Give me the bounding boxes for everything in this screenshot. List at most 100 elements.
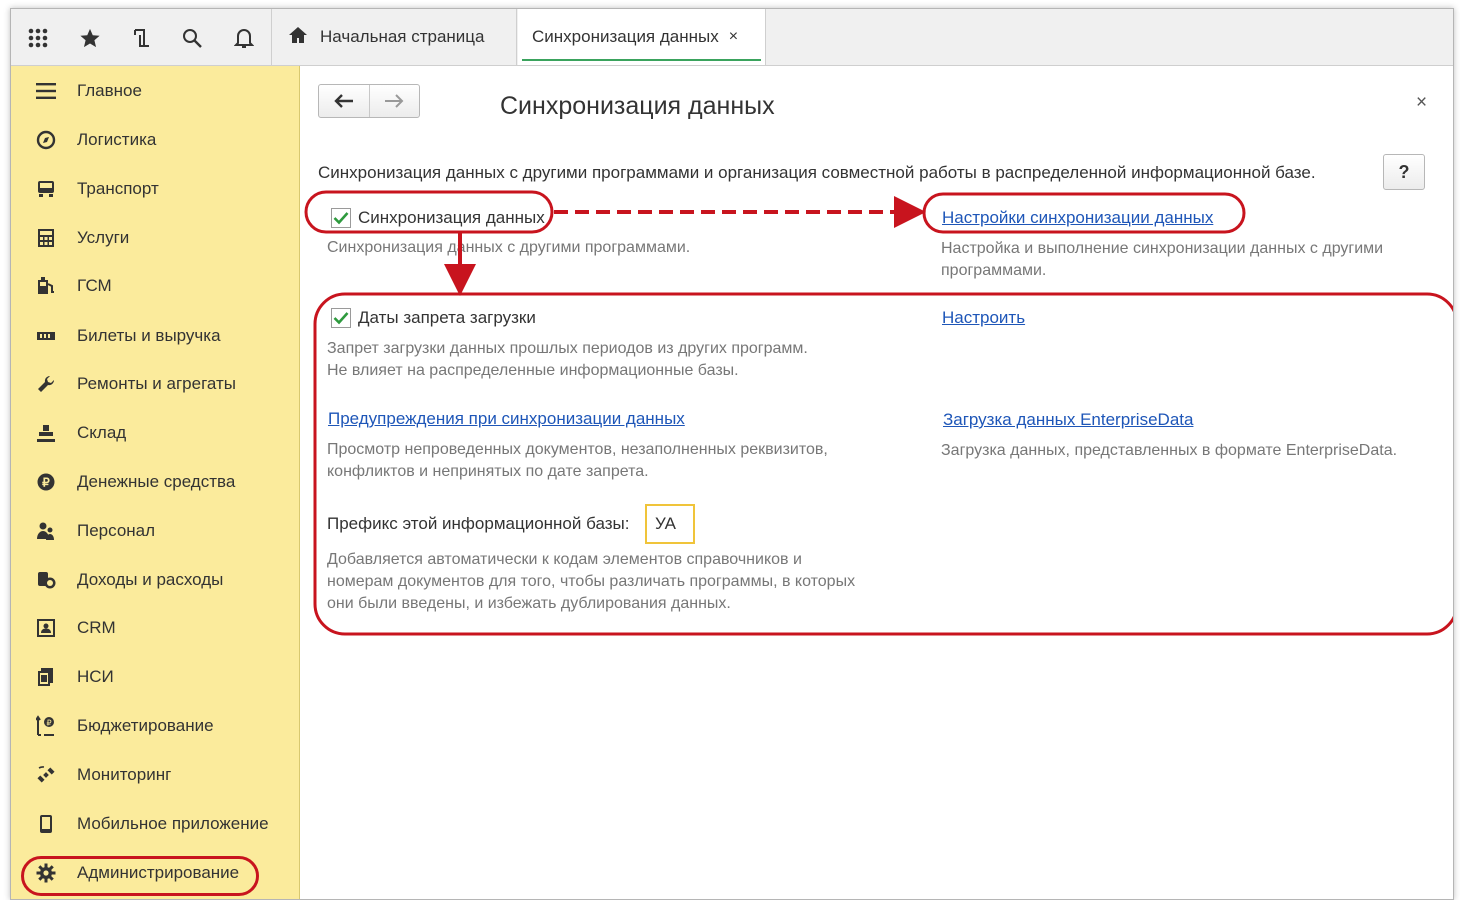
sync-settings-hint-2: программами.: [941, 262, 1047, 279]
sidebar-item-reference[interactable]: НСИ: [11, 657, 299, 697]
tab-sync[interactable]: Синхронизация данных ×: [518, 9, 766, 65]
sidebar-item-repairs[interactable]: Ремонты и агрегаты: [11, 364, 299, 404]
sidebar-item-tickets[interactable]: Билеты и выручка: [11, 316, 299, 356]
menu-icon: [35, 80, 57, 102]
checkmark-icon: [333, 212, 349, 225]
sidebar-item-logistics[interactable]: Логистика: [11, 120, 299, 160]
bell-icon[interactable]: [231, 25, 257, 51]
history-icon[interactable]: [129, 25, 155, 51]
active-tab-indicator: [522, 59, 761, 61]
sidebar-item-crm[interactable]: CRM: [11, 608, 299, 648]
configure-link[interactable]: Настроить: [942, 308, 1025, 328]
coins-icon: [35, 569, 57, 591]
search-icon[interactable]: [179, 25, 205, 51]
fuel-icon: [35, 275, 57, 297]
prefix-field[interactable]: УА: [645, 504, 695, 544]
people-icon: [35, 520, 57, 542]
app-window: Начальная страница Синхронизация данных …: [10, 8, 1454, 900]
top-bar: Начальная страница Синхронизация данных …: [11, 9, 1453, 66]
sidebar-item-income[interactable]: Доходы и расходы: [11, 560, 299, 600]
sidebar-item-main[interactable]: Главное: [11, 71, 299, 111]
sync-settings-hint-1: Настройка и выполнение синхронизации дан…: [941, 240, 1384, 257]
prefix-label: Префикс этой информационной базы:: [327, 514, 630, 533]
sync-checkbox-label[interactable]: Синхронизация данных: [358, 208, 545, 228]
sidebar-item-warehouse[interactable]: Склад: [11, 413, 299, 453]
satellite-icon: [35, 764, 57, 786]
enterprisedata-hint: Загрузка данных, представленных в формат…: [941, 442, 1398, 459]
sidebar-item-personnel[interactable]: Персонал: [11, 511, 299, 551]
sidebar-item-label: Ремонты и агрегаты: [77, 374, 237, 393]
reference-icon: [35, 666, 57, 688]
ban-dates-checkbox[interactable]: [331, 308, 351, 328]
ticket-icon: [35, 325, 57, 347]
truck-icon: [35, 178, 57, 200]
warehouse-icon: [35, 422, 57, 444]
star-icon[interactable]: [77, 25, 103, 51]
forward-button[interactable]: [368, 85, 420, 117]
svg-text:₽: ₽: [46, 719, 51, 728]
ban-dates-hint-1: Запрет загрузки данных прошлых периодов …: [327, 340, 808, 357]
sidebar-item-label: Транспорт: [77, 179, 159, 198]
sidebar: Главное Логистика Транспорт Услуги ГСМ Б…: [11, 66, 300, 899]
help-button[interactable]: ?: [1383, 154, 1425, 190]
budget-icon: ₽: [35, 715, 57, 737]
sync-warnings-link[interactable]: Предупреждения при синхронизации данных: [328, 409, 685, 429]
tab-close-icon[interactable]: ×: [729, 28, 738, 46]
sidebar-item-label: CRM: [77, 618, 116, 637]
calculator-icon: [35, 227, 57, 249]
arrow-right-icon: [385, 94, 404, 108]
phone-icon: [35, 813, 57, 835]
sync-checkbox[interactable]: [331, 208, 351, 228]
back-button[interactable]: [319, 85, 369, 117]
tab-sync-label: Синхронизация данных: [532, 27, 719, 46]
crm-icon: [35, 617, 57, 639]
main-content: Синхронизация данных × Синхронизация дан…: [300, 66, 1453, 899]
warnings-hint-1: Просмотр непроведенных документов, незап…: [327, 441, 828, 458]
svg-text:₽: ₽: [42, 476, 50, 490]
annotation-oval-administration: [21, 856, 259, 896]
money-icon: ₽: [35, 471, 57, 493]
prefix-hint-3: они были введены, и избежать дублировани…: [327, 595, 731, 612]
sidebar-item-monitoring[interactable]: Мониторинг: [11, 755, 299, 795]
sidebar-item-label: Мобильное приложение: [77, 814, 269, 833]
prefix-value: УА: [655, 514, 677, 533]
sidebar-item-mobile[interactable]: Мобильное приложение: [11, 804, 299, 844]
warnings-hint-2: конфликтов и непринятых по дате запрета.: [327, 463, 649, 480]
sidebar-item-money[interactable]: ₽ Денежные средства: [11, 462, 299, 502]
sidebar-item-label: Услуги: [77, 228, 130, 247]
page-description: Синхронизация данных с другими программа…: [318, 163, 1316, 182]
prefix-hint-2: номерам документов для того, чтобы разли…: [327, 573, 856, 590]
sidebar-item-transport[interactable]: Транспорт: [11, 169, 299, 209]
wrench-icon: [35, 373, 57, 395]
sidebar-item-label: Денежные средства: [77, 472, 236, 491]
compass-icon: [35, 129, 57, 151]
toolbar-icons: [11, 9, 272, 65]
sidebar-item-label: НСИ: [77, 667, 114, 686]
sync-hint: Синхронизация данных с другими программа…: [327, 239, 691, 256]
apps-grid-icon[interactable]: [25, 25, 51, 51]
tab-home-label: Начальная страница: [320, 27, 485, 46]
tab-home[interactable]: Начальная страница: [272, 9, 517, 65]
prefix-hint-1: Добавляется автоматически к кодам элемен…: [327, 551, 802, 568]
home-icon: [288, 26, 308, 49]
ban-dates-label[interactable]: Даты запрета загрузки: [358, 308, 536, 328]
close-icon[interactable]: ×: [1416, 92, 1427, 114]
sidebar-item-label: Персонал: [77, 521, 156, 540]
arrow-left-icon: [334, 94, 353, 108]
sidebar-item-label: Билеты и выручка: [77, 326, 221, 345]
sidebar-item-label: ГСМ: [77, 276, 112, 295]
sidebar-item-label: Доходы и расходы: [77, 570, 224, 589]
page-title: Синхронизация данных: [500, 92, 775, 120]
enterprisedata-link[interactable]: Загрузка данных EnterpriseData: [943, 410, 1193, 430]
sidebar-item-fuel[interactable]: ГСМ: [11, 266, 299, 306]
sidebar-item-label: Мониторинг: [77, 765, 172, 784]
checkmark-icon: [333, 312, 349, 325]
sidebar-item-label: Склад: [77, 423, 127, 442]
sidebar-item-budget[interactable]: ₽ Бюджетирование: [11, 706, 299, 746]
sidebar-item-label: Логистика: [77, 130, 157, 149]
sync-settings-link[interactable]: Настройки синхронизации данных: [942, 208, 1213, 228]
nav-buttons: [318, 84, 420, 118]
sidebar-item-label: Бюджетирование: [77, 716, 214, 735]
sidebar-item-services[interactable]: Услуги: [11, 218, 299, 258]
sidebar-item-label: Главное: [77, 81, 142, 100]
